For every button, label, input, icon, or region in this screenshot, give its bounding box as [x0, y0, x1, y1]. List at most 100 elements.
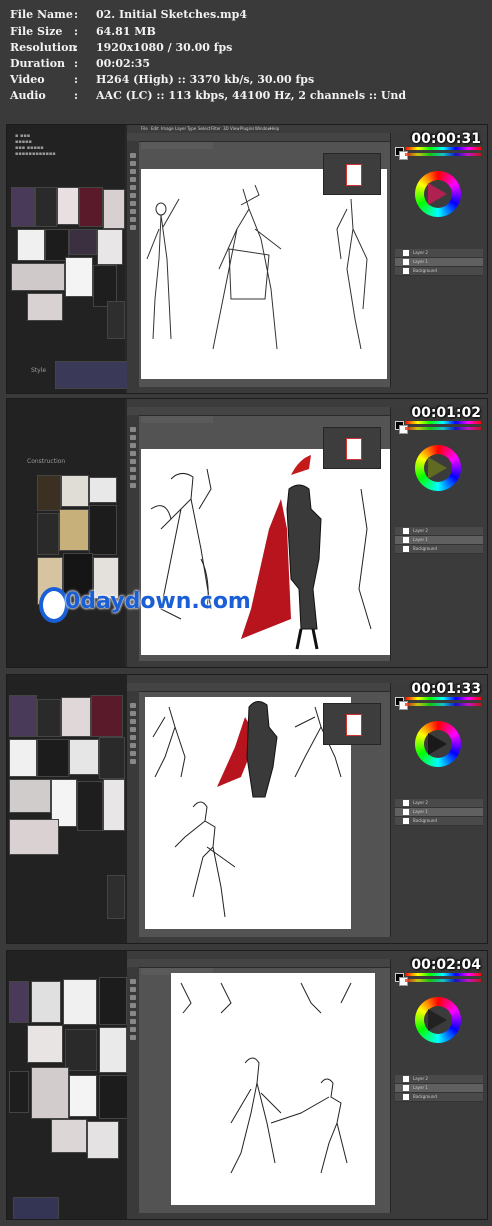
- layer-name: Background: [413, 268, 437, 273]
- hue-slider[interactable]: [405, 973, 481, 976]
- navigator-thumbnail[interactable]: [346, 714, 362, 736]
- timestamp: 00:00:31: [411, 131, 481, 147]
- tool-icon[interactable]: [130, 459, 136, 464]
- navigator-thumbnail[interactable]: [346, 164, 362, 186]
- menu-item[interactable]: View: [230, 126, 240, 132]
- tool-icon[interactable]: [130, 1011, 136, 1016]
- drawing-canvas[interactable]: [171, 973, 375, 1205]
- color-wheel-icon[interactable]: [415, 721, 461, 767]
- tool-icon[interactable]: [130, 475, 136, 480]
- tool-icon[interactable]: [130, 759, 136, 764]
- layer-row[interactable]: Layer 2: [395, 799, 483, 808]
- layer-row[interactable]: Background: [395, 267, 483, 276]
- info-value: 64.81 MB: [96, 25, 156, 38]
- tool-icon[interactable]: [130, 225, 136, 230]
- tool-icon[interactable]: [130, 987, 136, 992]
- color-triangle[interactable]: [428, 457, 447, 479]
- hue-slider[interactable]: [405, 421, 481, 424]
- color-wheel-icon[interactable]: [415, 445, 461, 491]
- drawing-canvas[interactable]: [141, 169, 387, 379]
- menu-item[interactable]: Plugins: [240, 126, 254, 132]
- layer-row[interactable]: Layer 2: [395, 249, 483, 258]
- reference-thumbnail: [51, 1119, 87, 1153]
- tool-icon[interactable]: [130, 427, 136, 432]
- layer-row[interactable]: Layer 1: [395, 536, 483, 545]
- tool-icon[interactable]: [130, 979, 136, 984]
- tool-icon[interactable]: [130, 751, 136, 756]
- reference-thumbnail: [69, 229, 97, 255]
- tool-icon[interactable]: [130, 727, 136, 732]
- navigator-thumbnail[interactable]: [346, 438, 362, 460]
- menu-item[interactable]: Window: [255, 126, 271, 132]
- drawing-canvas[interactable]: [145, 697, 351, 929]
- tool-icon[interactable]: [130, 1003, 136, 1008]
- layer-name: Layer 2: [413, 800, 428, 805]
- tool-icon[interactable]: [130, 711, 136, 716]
- layer-row[interactable]: Layer 1: [395, 1084, 483, 1093]
- menu-item[interactable]: File: [141, 126, 148, 132]
- reference-thumbnail: [61, 475, 89, 507]
- hue-slider[interactable]: [405, 703, 481, 706]
- layer-row[interactable]: Background: [395, 1093, 483, 1102]
- side-panels: Layer 2 Layer 1 Background: [390, 133, 487, 393]
- hue-slider[interactable]: [405, 697, 481, 700]
- tool-icon[interactable]: [130, 209, 136, 214]
- color-wheel-icon[interactable]: [415, 997, 461, 1043]
- tool-icon[interactable]: [130, 217, 136, 222]
- layer-row[interactable]: Background: [395, 817, 483, 826]
- tool-icon[interactable]: [130, 467, 136, 472]
- reference-collage: [7, 951, 131, 1219]
- layer-thumbnail: [403, 1076, 409, 1082]
- tool-icon[interactable]: [130, 735, 136, 740]
- tool-icon[interactable]: [130, 161, 136, 166]
- info-value: 1920x1080 / 30.00 fps: [96, 41, 233, 54]
- tool-icon[interactable]: [130, 703, 136, 708]
- tool-icon[interactable]: [130, 185, 136, 190]
- color-wheel-icon[interactable]: [415, 171, 461, 217]
- hue-slider[interactable]: [405, 147, 481, 150]
- tool-icon[interactable]: [130, 1027, 136, 1032]
- reference-thumbnail: [9, 819, 59, 855]
- info-key: File Size: [10, 25, 63, 38]
- layer-row[interactable]: Layer 1: [395, 808, 483, 817]
- tool-icon[interactable]: [130, 201, 136, 206]
- tool-icon[interactable]: [130, 169, 136, 174]
- tool-icon[interactable]: [130, 177, 136, 182]
- tool-icon[interactable]: [130, 743, 136, 748]
- menu-item[interactable]: Help: [270, 126, 279, 132]
- tool-icon[interactable]: [130, 193, 136, 198]
- color-triangle[interactable]: [428, 733, 447, 755]
- reference-thumbnail: [13, 1197, 59, 1219]
- tool-icon[interactable]: [130, 451, 136, 456]
- layer-row[interactable]: Layer 1: [395, 258, 483, 267]
- layer-row[interactable]: Background: [395, 545, 483, 554]
- tool-icon[interactable]: [130, 435, 136, 440]
- hue-slider[interactable]: [405, 979, 481, 982]
- document-tab[interactable]: [141, 416, 213, 423]
- menu-item[interactable]: Layer: [175, 126, 186, 132]
- tool-icon[interactable]: [130, 1035, 136, 1040]
- tool-icon[interactable]: [130, 1019, 136, 1024]
- drawing-canvas[interactable]: [141, 449, 391, 655]
- reference-collage: ▪ ▪▪▪ ▪▪▪▪▪ ▪▪▪ ▪▪▪▪▪ ▪▪▪▪▪▪▪▪▪▪▪▪ Style: [7, 125, 129, 393]
- color-triangle[interactable]: [428, 183, 447, 205]
- document-tab[interactable]: [141, 142, 213, 149]
- hue-slider[interactable]: [405, 153, 481, 156]
- menu-item[interactable]: 3D: [223, 126, 229, 132]
- tool-icon[interactable]: [130, 719, 136, 724]
- tool-icon[interactable]: [130, 995, 136, 1000]
- tool-icon[interactable]: [130, 153, 136, 158]
- tool-icon[interactable]: [130, 483, 136, 488]
- menu-item[interactable]: Filter: [211, 126, 221, 132]
- menu-item[interactable]: Select: [198, 126, 210, 132]
- info-key: Duration: [10, 57, 66, 70]
- tool-icon[interactable]: [130, 443, 136, 448]
- color-triangle[interactable]: [428, 1009, 447, 1031]
- hue-slider[interactable]: [405, 427, 481, 430]
- layer-row[interactable]: Layer 2: [395, 527, 483, 536]
- reference-thumbnail: [11, 187, 35, 227]
- layer-row[interactable]: Layer 2: [395, 1075, 483, 1084]
- menu-item[interactable]: Type: [187, 126, 196, 132]
- menu-item[interactable]: Image: [161, 126, 174, 132]
- menu-item[interactable]: Edit: [151, 126, 159, 132]
